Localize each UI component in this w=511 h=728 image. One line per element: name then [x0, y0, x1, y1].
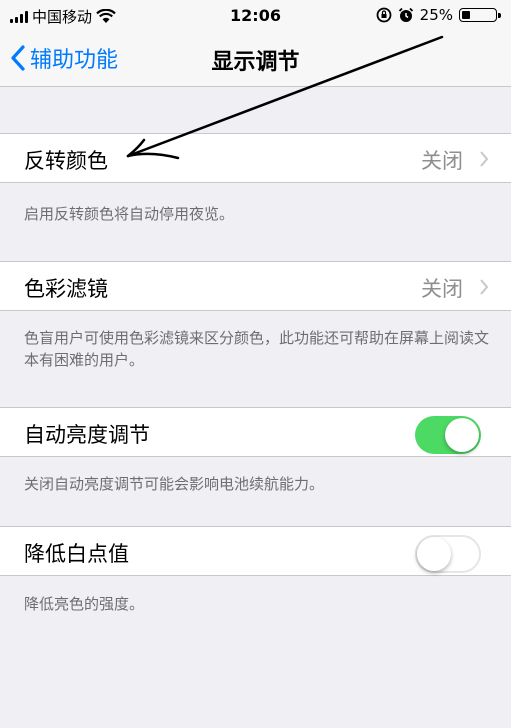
- setting-value: 关闭: [421, 277, 463, 301]
- auto-brightness-toggle[interactable]: [415, 416, 481, 454]
- setting-row-auto-brightness: 自动亮度调节: [0, 407, 511, 457]
- toggle-knob: [445, 418, 479, 452]
- setting-footer: 启用反转颜色将自动停用夜览。: [24, 205, 235, 223]
- status-right: 25%: [376, 6, 501, 24]
- page-title: 显示调节: [211, 50, 300, 75]
- battery-icon: [459, 8, 501, 22]
- toggle-knob: [417, 537, 451, 571]
- setting-row-reduce-white-point: 降低白点值: [0, 526, 511, 576]
- setting-footer: 色盲用户可使用色彩滤镜来区分颜色，此功能还可帮助在屏幕上阅读文本有困难的用户。: [24, 329, 490, 369]
- rotation-lock-icon: [376, 7, 392, 23]
- battery-percent: 25%: [419, 6, 453, 24]
- setting-row-invert-colors[interactable]: 反转颜色 关闭: [0, 133, 511, 183]
- setting-label: 自动亮度调节: [24, 423, 150, 447]
- status-bar: 中国移动 12:06 25%: [0, 0, 511, 34]
- setting-row-color-filters[interactable]: 色彩滤镜 关闭: [0, 261, 511, 311]
- alarm-icon: [398, 7, 413, 22]
- chevron-right-icon: [480, 279, 489, 295]
- setting-label: 降低白点值: [24, 542, 129, 566]
- reduce-white-point-toggle[interactable]: [415, 535, 481, 573]
- battery-level: [462, 11, 470, 19]
- setting-label: 反转颜色: [24, 149, 108, 173]
- navigation-bar: 辅助功能 显示调节: [0, 34, 511, 87]
- setting-value: 关闭: [421, 149, 463, 173]
- setting-footer: 关闭自动亮度调节可能会影响电池续航能力。: [24, 475, 325, 493]
- setting-label: 色彩滤镜: [24, 277, 108, 301]
- chevron-right-icon: [480, 151, 489, 167]
- setting-footer: 降低亮色的强度。: [24, 595, 145, 613]
